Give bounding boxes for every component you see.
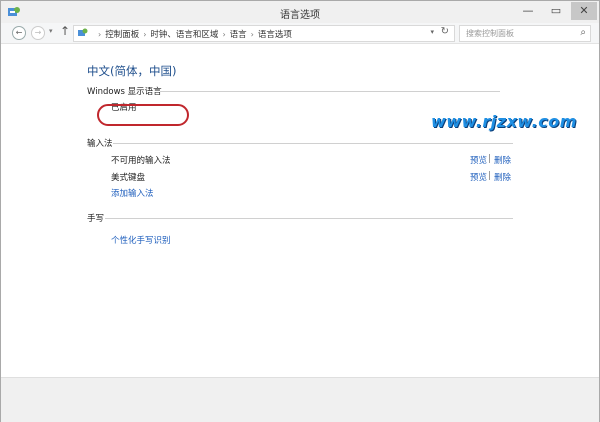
main-content: 中文(简体，中国) Windows 显示语言 已启用 输入法 不可用的输入法 预… [1,44,599,377]
preview-link[interactable]: 预览 [470,171,487,183]
section-heading: 输入法 [87,139,113,149]
address-bar[interactable]: › 控制面板 › 时钟、语言和区域 › 语言 › 语言选项 ▾ ↻ [73,25,455,42]
remove-link[interactable]: 删除 [494,154,511,166]
language-options-window: 语言选项 — ▭ ✕ ← → ▾ ↑ › 控制面板 › 时钟、语言和区域 › 语言 › 语言选… [0,0,600,422]
back-button[interactable]: ← [12,26,26,40]
title-bar: 语言选项 — ▭ ✕ [1,1,599,23]
breadcrumb-item[interactable]: 时钟、语言和区域 [150,30,218,40]
close-button[interactable]: ✕ [571,2,597,20]
chevron-right-icon[interactable]: › [222,30,225,39]
footer-bar [1,377,599,422]
breadcrumb-item[interactable]: 控制面板 [105,30,139,40]
divider [160,91,500,92]
breadcrumb: › 控制面板 › 时钟、语言和区域 › 语言 › 语言选项 [94,28,292,40]
chevron-right-icon[interactable]: › [143,30,146,39]
section-input-methods: 输入法 [87,137,513,149]
chevron-right-icon[interactable]: › [251,30,254,39]
maximize-button[interactable]: ▭ [543,2,569,20]
window-title: 语言选项 [280,10,320,21]
section-heading: Windows 显示语言 [87,87,162,97]
search-placeholder: 搜索控制面板 [466,29,514,38]
chevron-right-icon: › [98,30,102,39]
divider [113,143,513,144]
add-input-method-link[interactable]: 添加输入法 [111,187,154,199]
divider: | [488,154,491,164]
handwriting-personalization-link[interactable]: 个性化手写识别 [111,234,171,246]
input-method-item: 美式键盘 [111,173,146,183]
section-handwriting: 手写 [87,212,513,224]
input-method-item: 不可用的输入法 [111,156,171,166]
refresh-icon[interactable]: ↻ [441,26,449,37]
control-panel-icon [78,28,88,36]
remove-link[interactable]: 删除 [494,171,511,183]
minimize-button[interactable]: — [515,2,541,20]
breadcrumb-item[interactable]: 语言选项 [258,30,292,40]
divider [105,218,513,219]
language-title: 中文(简体，中国) [87,64,177,78]
navigation-bar: ← → ▾ ↑ › 控制面板 › 时钟、语言和区域 › 语言 › 语言选项 ▾ ↻ 搜索控制面… [1,23,599,44]
section-heading: 手写 [87,214,105,224]
recent-locations-icon[interactable]: ▾ [49,27,53,35]
divider: | [488,171,491,181]
site-watermark: www.rjzxw.com [431,112,577,131]
up-button[interactable]: ↑ [60,24,70,38]
section-display-language: Windows 显示语言 [87,85,500,97]
breadcrumb-item[interactable]: 语言 [230,30,247,40]
search-icon[interactable]: ⌕ [580,27,586,38]
forward-button[interactable]: → [31,26,45,40]
highlight-circle [97,104,189,126]
preview-link[interactable]: 预览 [470,154,487,166]
search-input[interactable]: 搜索控制面板 ⌕ [459,25,591,42]
chevron-down-icon[interactable]: ▾ [430,28,434,36]
